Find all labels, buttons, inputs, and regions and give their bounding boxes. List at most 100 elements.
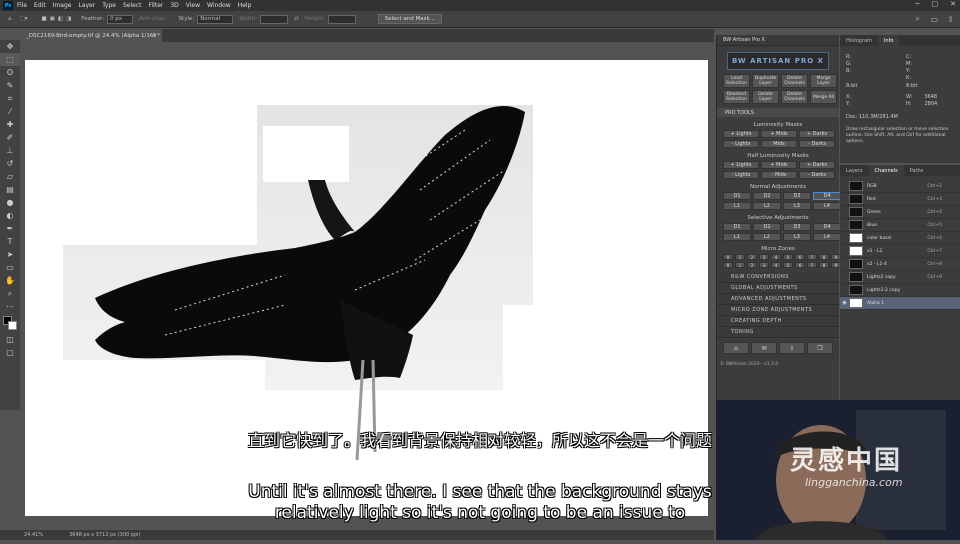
- selective-l4-button[interactable]: L4: [813, 233, 841, 241]
- micro-zone-button[interactable]: 0: [723, 262, 733, 268]
- pen-tool-icon[interactable]: ✒: [0, 222, 20, 235]
- mail-icon[interactable]: ✉: [751, 342, 777, 354]
- screen-mode-icon[interactable]: ▢: [0, 346, 20, 359]
- search-icon[interactable]: ⌕: [916, 14, 920, 24]
- subtract-selection-icon[interactable]: ◧: [58, 16, 63, 22]
- eraser-tool-icon[interactable]: ▱: [0, 170, 20, 183]
- section-advanced-adjustments[interactable]: ADVANCED ADJUSTMENTS: [717, 294, 839, 305]
- section-micro-zone-adjustments[interactable]: MICRO ZONE ADJUSTMENTS: [717, 305, 839, 316]
- lum-minus-darks-button[interactable]: - Darks: [799, 140, 835, 148]
- half-plus-darks-button[interactable]: + Darks: [799, 161, 835, 169]
- menu-window[interactable]: Window: [207, 2, 231, 9]
- marquee-preset-icon[interactable]: ⬚▾: [20, 16, 28, 22]
- selective-l2-button[interactable]: L2: [753, 233, 781, 241]
- download-icon[interactable]: ⇩: [779, 342, 805, 354]
- delete-channels-2-button[interactable]: Delete Channels: [781, 90, 808, 104]
- color-swatches-icon[interactable]: [0, 313, 20, 333]
- half-minus-mids-button[interactable]: - Mids: [761, 171, 797, 179]
- normal-d1-button[interactable]: D1: [723, 192, 751, 200]
- minimize-icon[interactable]: ─: [915, 0, 919, 8]
- style-select[interactable]: Normal: [197, 14, 234, 24]
- tab-info[interactable]: Info: [877, 35, 900, 46]
- home-icon[interactable]: ⌂: [723, 342, 749, 354]
- eyedropper-tool-icon[interactable]: ⁄: [0, 105, 20, 118]
- move-tool-icon[interactable]: ✥: [0, 40, 20, 53]
- hand-tool-icon[interactable]: ✋: [0, 274, 20, 287]
- document-tab[interactable]: _DSC2169-Bird-empty.tif @ 24.4% (Alpha 1…: [20, 29, 162, 42]
- micro-zone-button[interactable]: 2: [747, 254, 757, 260]
- channel-color-basel[interactable]: color basel Ctrl+6: [840, 232, 960, 245]
- more-tools-icon[interactable]: ⋯: [0, 300, 20, 313]
- micro-zone-button[interactable]: 8: [819, 254, 829, 260]
- quick-mask-icon[interactable]: ◫: [0, 333, 20, 346]
- half-plus-mids-button[interactable]: + Mids: [761, 161, 797, 169]
- width-input[interactable]: [260, 14, 289, 24]
- micro-zone-button[interactable]: 6: [795, 254, 805, 260]
- load-selection-button[interactable]: Load Selection: [723, 74, 750, 88]
- intersect-selection-icon[interactable]: ◨: [66, 16, 71, 22]
- micro-zone-button[interactable]: 3: [759, 254, 769, 260]
- micro-zone-button[interactable]: 4: [771, 262, 781, 268]
- home-icon[interactable]: ⌂: [8, 16, 12, 22]
- half-minus-darks-button[interactable]: - Darks: [799, 171, 835, 179]
- history-brush-tool-icon[interactable]: ↺: [0, 157, 20, 170]
- lum-plus-mids-button[interactable]: + Mids: [761, 130, 797, 138]
- menu-3d[interactable]: 3D: [170, 2, 178, 9]
- delete-channels-button[interactable]: Delete Channels: [781, 74, 808, 88]
- section-global-adjustments[interactable]: GLOBAL ADJUSTMENTS: [717, 283, 839, 294]
- normal-l4-button[interactable]: L4: [813, 202, 841, 210]
- menu-view[interactable]: View: [186, 2, 200, 9]
- half-plus-lights-button[interactable]: + Lights: [723, 161, 759, 169]
- shape-tool-icon[interactable]: ▭: [0, 261, 20, 274]
- zoom-tool-icon[interactable]: ⌕: [0, 287, 20, 300]
- micro-zone-button[interactable]: 1: [735, 262, 745, 268]
- lasso-tool-icon[interactable]: ʘ: [0, 66, 20, 79]
- selective-d1-button[interactable]: D1: [723, 223, 751, 231]
- section-bw-conversions[interactable]: B&W CONVERSIONS: [717, 272, 839, 283]
- normal-d2-button[interactable]: D2: [753, 192, 781, 200]
- channel-lights1-2-copy[interactable]: Lights1-2 copy: [840, 284, 960, 297]
- merge-layer-button[interactable]: Merge Layer: [810, 74, 837, 88]
- micro-zone-button[interactable]: 5: [783, 262, 793, 268]
- selective-d3-button[interactable]: D3: [783, 223, 811, 231]
- tab-channels[interactable]: Channels: [868, 165, 904, 176]
- close-icon[interactable]: ✕: [950, 0, 956, 8]
- tab-histogram[interactable]: Histogram: [840, 35, 878, 46]
- lum-plus-darks-button[interactable]: + Darks: [799, 130, 835, 138]
- swap-icon[interactable]: ⇄: [294, 16, 299, 22]
- tab-paths[interactable]: Paths: [904, 165, 930, 176]
- marquee-tool-icon[interactable]: ⬚: [0, 53, 20, 66]
- workspace-icon[interactable]: ▭: [930, 15, 938, 24]
- selective-d2-button[interactable]: D2: [753, 223, 781, 231]
- channel-x2[interactable]: x2 - L1-4 Ctrl+8: [840, 258, 960, 271]
- brush-tool-icon[interactable]: ✐: [0, 131, 20, 144]
- normal-l1-button[interactable]: L1: [723, 202, 751, 210]
- select-and-mask-button[interactable]: Select and Mask...: [377, 14, 442, 24]
- channel-lights2-copy[interactable]: Lights2 copy Ctrl+9: [840, 271, 960, 284]
- close-tab-icon[interactable]: ✕: [152, 33, 157, 39]
- menu-type[interactable]: Type: [102, 2, 116, 9]
- micro-zone-button[interactable]: 1: [735, 254, 745, 260]
- channel-red[interactable]: Red Ctrl+3: [840, 193, 960, 206]
- gradient-tool-icon[interactable]: ▤: [0, 183, 20, 196]
- normal-l2-button[interactable]: L2: [753, 202, 781, 210]
- stamp-tool-icon[interactable]: ⊥: [0, 144, 20, 157]
- selective-l3-button[interactable]: L3: [783, 233, 811, 241]
- micro-zone-button[interactable]: 2: [747, 262, 757, 268]
- delete-layer-button[interactable]: Delete Layer: [752, 90, 779, 104]
- menu-image[interactable]: Image: [53, 2, 72, 9]
- channel-alpha-1[interactable]: ◉ Alpha 1: [840, 297, 960, 310]
- feather-input[interactable]: 0 px: [106, 14, 133, 24]
- channel-green[interactable]: Green Ctrl+4: [840, 206, 960, 219]
- micro-zone-button[interactable]: 6: [795, 262, 805, 268]
- micro-zone-button[interactable]: 0: [723, 254, 733, 260]
- menu-edit[interactable]: Edit: [34, 2, 46, 9]
- lum-plus-lights-button[interactable]: + Lights: [723, 130, 759, 138]
- half-minus-lights-button[interactable]: - Lights: [723, 171, 759, 179]
- micro-zone-button[interactable]: 7: [807, 262, 817, 268]
- micro-zone-button[interactable]: 8: [819, 262, 829, 268]
- section-toning[interactable]: TONING: [717, 327, 839, 338]
- dodge-tool-icon[interactable]: ◐: [0, 209, 20, 222]
- section-creating-depth[interactable]: CREATING DEPTH: [717, 316, 839, 327]
- blur-tool-icon[interactable]: ●: [0, 196, 20, 209]
